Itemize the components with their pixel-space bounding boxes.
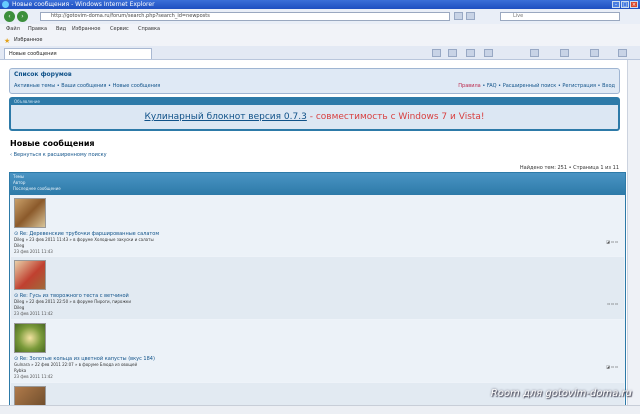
address-bar: ‹ › http://gotovim-doma.ru/forum/search.… bbox=[0, 9, 640, 25]
page-menu-icon[interactable] bbox=[530, 49, 539, 57]
login-link[interactable]: Вход bbox=[602, 83, 615, 89]
topic-author[interactable]: Dileg bbox=[14, 243, 24, 248]
back-link-text: Вернуться к расширенному поиску bbox=[13, 152, 107, 158]
tab-bar: Новые сообщения bbox=[0, 46, 640, 60]
mail-icon[interactable] bbox=[484, 49, 493, 57]
banner-link[interactable]: Кулинарный блокнот версия 0.7.3 bbox=[144, 112, 306, 122]
scrollbar[interactable] bbox=[627, 60, 640, 405]
topic-meta: Dileg » 23 фев 2011 11:43 » в форуме Хол… bbox=[14, 237, 154, 242]
favorites-label[interactable]: Избранное bbox=[14, 35, 42, 46]
rules-link[interactable]: Правила bbox=[458, 83, 480, 89]
register-link[interactable]: Регистрация bbox=[562, 83, 596, 89]
quick-links[interactable]: Активные темы • Ваши сообщения • Новые с… bbox=[14, 83, 160, 89]
topics-table: Темы Автор Последнее сообщение ⊙ Re: Дер… bbox=[9, 172, 626, 405]
menu-help[interactable]: Справка bbox=[138, 24, 160, 35]
tab-new-posts[interactable]: Новые сообщения bbox=[4, 48, 152, 59]
print-icon[interactable] bbox=[466, 49, 475, 57]
refresh-icon[interactable] bbox=[454, 12, 463, 20]
banner-suffix: - совместимость с Windows 7 и Vista! bbox=[306, 112, 485, 122]
table-row: ⊙ Re: Деревенские трубочки фаршированные… bbox=[11, 195, 624, 256]
header-topics: Темы bbox=[13, 174, 25, 179]
search-input[interactable]: Live bbox=[500, 12, 620, 21]
home-icon[interactable] bbox=[432, 49, 441, 57]
table-row: ⊙ Re: Гусь из творожного теста с ветчино… bbox=[11, 257, 624, 319]
back-to-search-link[interactable]: ‹ Вернуться к расширенному поиску bbox=[10, 152, 107, 158]
banner-text: Кулинарный блокнот версия 0.7.3 - совмес… bbox=[11, 112, 618, 122]
nav-right-links: Правила • FAQ • Расширенный поиск • Реги… bbox=[458, 83, 615, 89]
menu-tools[interactable]: Сервис bbox=[110, 24, 129, 35]
favorites-star-icon[interactable]: ★ bbox=[4, 37, 10, 45]
page-content: Список форумов Активные темы • Ваши сооб… bbox=[0, 60, 627, 405]
banner-header: Объявление bbox=[11, 99, 618, 105]
feeds-icon[interactable] bbox=[448, 49, 457, 57]
announcement-banner: Объявление Кулинарный блокнот версия 0.7… bbox=[9, 97, 620, 131]
title-bar: Новые сообщения - Windows Internet Explo… bbox=[0, 0, 640, 9]
topic-time: 23 фев 2011 11:42 bbox=[14, 311, 53, 316]
topic-author[interactable]: Rybka bbox=[14, 368, 26, 373]
tools-menu-icon[interactable] bbox=[590, 49, 599, 57]
topic-thumbnail[interactable] bbox=[14, 386, 46, 405]
maximize-button[interactable]: □ bbox=[621, 1, 629, 8]
topic-thumbnail[interactable] bbox=[14, 198, 46, 228]
menu-edit[interactable]: Правка bbox=[28, 24, 47, 35]
ie-icon bbox=[2, 1, 9, 8]
help-icon[interactable] bbox=[618, 49, 627, 57]
topic-time: 23 фев 2011 11:42 bbox=[14, 374, 53, 379]
topic-thumbnail[interactable] bbox=[14, 323, 46, 353]
topic-time: 23 фев 2011 11:43 bbox=[14, 249, 53, 254]
forward-button[interactable]: › bbox=[17, 11, 28, 22]
topic-author[interactable]: Dileg bbox=[14, 305, 24, 310]
menu-file[interactable]: Файл bbox=[6, 24, 20, 35]
topic-stats-icon[interactable]: ◪ ▫ ▫ bbox=[606, 239, 618, 244]
window-title: Новые сообщения - Windows Internet Explo… bbox=[12, 1, 155, 8]
topic-meta: Gulnara » 22 фев 2011 22:07 » в форуме Б… bbox=[14, 362, 138, 367]
search-link[interactable]: Расширенный поиск bbox=[503, 83, 557, 89]
pagination[interactable]: Найдено тем: 251 • Страница 1 из 11 bbox=[520, 165, 619, 171]
menu-favorites[interactable]: Избранное bbox=[72, 24, 100, 35]
topic-stats-icon[interactable]: ▫ ▫ ▫ bbox=[607, 301, 618, 306]
back-button[interactable]: ‹ bbox=[4, 11, 15, 22]
stop-icon[interactable] bbox=[466, 12, 475, 20]
watermark: Room для gotovim-doma.ru bbox=[490, 388, 632, 399]
safety-menu-icon[interactable] bbox=[560, 49, 569, 57]
table-row: ⊙ Re: Золотые кольца из цветной капусты … bbox=[11, 320, 624, 382]
header-author: Автор bbox=[13, 180, 26, 185]
page-title: Новые сообщения bbox=[10, 139, 95, 148]
topic-thumbnail[interactable] bbox=[14, 260, 46, 290]
faq-link[interactable]: FAQ bbox=[487, 83, 497, 89]
close-button[interactable]: × bbox=[630, 1, 638, 8]
table-header: Темы Автор Последнее сообщение bbox=[10, 173, 625, 195]
url-input[interactable]: http://gotovim-doma.ru/forum/search.php?… bbox=[40, 12, 450, 21]
header-last-post: Последнее сообщение bbox=[13, 186, 61, 191]
topic-stats-icon[interactable]: ◪ ▫ ▫ bbox=[606, 364, 618, 369]
breadcrumb[interactable]: Список форумов bbox=[14, 71, 72, 78]
forum-nav: Список форумов Активные темы • Ваши сооб… bbox=[9, 68, 620, 94]
minimize-button[interactable]: – bbox=[612, 1, 620, 8]
topic-meta: Dileg » 22 фев 2011 22:50 » в форуме Пир… bbox=[14, 299, 131, 304]
menu-view[interactable]: Вид bbox=[56, 24, 66, 35]
